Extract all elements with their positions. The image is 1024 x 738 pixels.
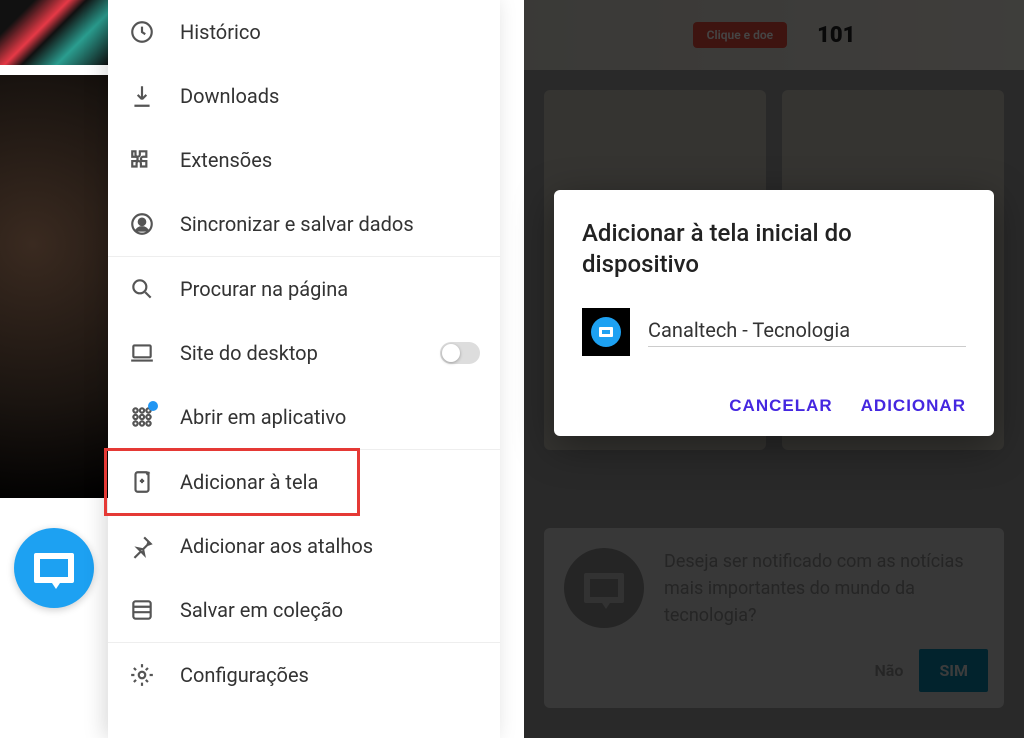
puzzle-icon <box>128 146 156 174</box>
pin-icon <box>128 532 156 560</box>
gear-icon <box>128 661 156 689</box>
menu-item-sync[interactable]: Sincronizar e salvar dados <box>108 192 500 257</box>
collection-icon <box>128 596 156 624</box>
add-to-home-dialog: Adicionar à tela inicial do dispositivo … <box>554 190 994 436</box>
browser-menu-sheet: Histórico Downloads Extensões Sincronizar e… <box>108 0 500 738</box>
clock-icon <box>128 18 156 46</box>
apps-icon <box>128 403 156 431</box>
dialog-actions: CANCELAR ADICIONAR <box>582 396 966 416</box>
dialog-title: Adicionar à tela inicial do dispositivo <box>582 218 966 280</box>
add-home-icon <box>128 468 156 496</box>
bg-thumb-top <box>0 0 108 65</box>
download-icon <box>128 82 156 110</box>
menu-item-label: Site do desktop <box>180 341 440 365</box>
cancel-button[interactable]: CANCELAR <box>729 396 832 416</box>
bg-thumb-bot <box>0 498 108 738</box>
menu-item-label: Extensões <box>180 148 480 172</box>
dialog-site-row: Canaltech - Tecnologia <box>582 308 966 356</box>
search-icon <box>128 275 156 303</box>
menu-item-settings[interactable]: Configurações <box>108 643 500 707</box>
notification-dot <box>148 401 158 411</box>
right-screenshot: Clique e doe 101 Deseja ser notificado c… <box>524 0 1024 738</box>
desktop-site-toggle[interactable] <box>440 342 480 364</box>
menu-item-label: Adicionar aos atalhos <box>180 534 480 558</box>
user-circle-icon <box>128 210 156 238</box>
menu-item-addhome[interactable]: Adicionar à tela <box>108 450 500 514</box>
site-favicon <box>582 308 630 356</box>
menu-item-savecoll[interactable]: Salvar em coleção <box>108 578 500 643</box>
site-name-input[interactable]: Canaltech - Tecnologia <box>648 318 966 347</box>
bg-thumb-mid <box>0 65 108 498</box>
menu-item-label: Downloads <box>180 84 480 108</box>
menu-item-openapp[interactable]: Abrir em aplicativo <box>108 385 500 450</box>
add-button[interactable]: ADICIONAR <box>861 396 966 416</box>
menu-item-label: Abrir em aplicativo <box>180 405 480 429</box>
menu-item-downloads[interactable]: Downloads <box>108 64 500 128</box>
menu-item-label: Procurar na página <box>180 277 480 301</box>
laptop-icon <box>128 339 156 367</box>
canaltech-logo <box>14 528 94 608</box>
menu-item-label: Salvar em coleção <box>180 598 480 622</box>
menu-item-find[interactable]: Procurar na página <box>108 257 500 321</box>
menu-item-history[interactable]: Histórico <box>108 0 500 64</box>
menu-item-label: Adicionar à tela <box>180 470 480 494</box>
menu-item-label: Histórico <box>180 20 480 44</box>
menu-item-extensions[interactable]: Extensões <box>108 128 500 192</box>
menu-item-label: Configurações <box>180 663 480 687</box>
menu-item-label: Sincronizar e salvar dados <box>180 212 480 236</box>
left-page-background <box>0 0 108 738</box>
menu-item-desktop[interactable]: Site do desktop <box>108 321 500 385</box>
left-screenshot: Histórico Downloads Extensões Sincronizar e… <box>0 0 500 738</box>
menu-item-addshortcut[interactable]: Adicionar aos atalhos <box>108 514 500 578</box>
